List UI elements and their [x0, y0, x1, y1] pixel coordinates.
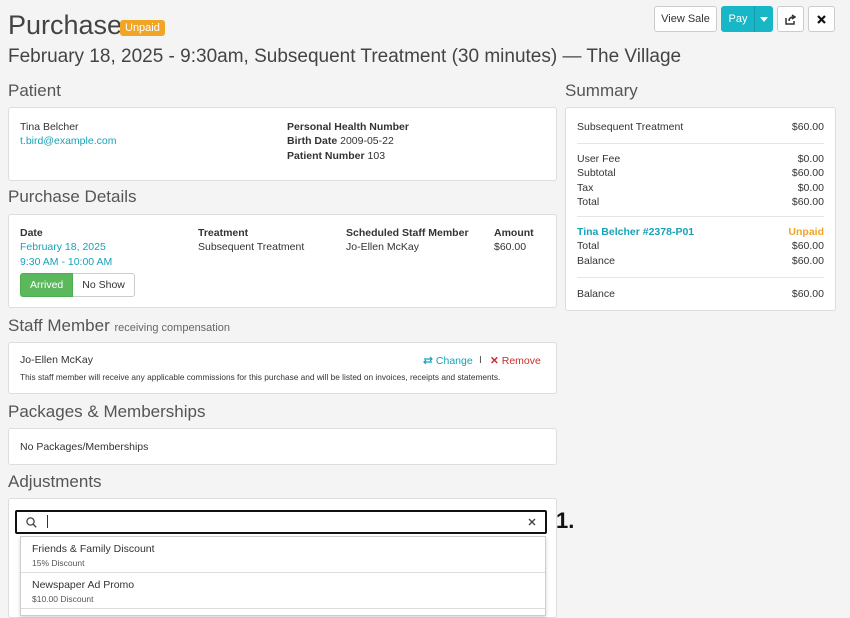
- staff-member-panel: Jo-Ellen McKay Change I ✕ Remove This st…: [8, 342, 557, 394]
- adjustment-option[interactable]: Friends & Family Discount 15% Discount: [21, 537, 545, 573]
- summary-row-label: Total: [577, 196, 600, 208]
- staff-member-title: Staff Member: [8, 316, 110, 335]
- invoice-status: Unpaid: [788, 226, 824, 238]
- summary-row-value: $60.00: [791, 167, 824, 179]
- divider: [577, 143, 824, 144]
- birth-date-label: Birth Date: [287, 135, 338, 147]
- clear-icon[interactable]: [528, 518, 536, 526]
- summary-row-label: Tax: [577, 182, 594, 194]
- swap-icon: [423, 356, 433, 365]
- summary-heading: Summary: [565, 81, 638, 100]
- page-title: Purchase: [8, 10, 123, 40]
- close-button[interactable]: [808, 6, 835, 32]
- option-description: $10.00 Discount: [32, 594, 94, 604]
- summary-row-value: $60.00: [791, 196, 824, 208]
- summary-row-value: $0.00: [797, 182, 824, 194]
- remove-label: Remove: [501, 355, 541, 367]
- option-name: Friends & Family Discount: [32, 543, 155, 555]
- invoice-row: Tina Belcher #2378-P01 Unpaid: [577, 226, 824, 238]
- summary-treatment-label: Subsequent Treatment: [577, 121, 684, 133]
- col-date: Date: [20, 227, 43, 239]
- change-label: Change: [435, 355, 473, 367]
- appointment-time-link[interactable]: 9:30 AM - 10:00 AM: [20, 256, 112, 268]
- summary-row-value: $60.00: [791, 240, 824, 252]
- remove-icon: ✕: [490, 355, 499, 367]
- col-amount: Amount: [494, 227, 534, 239]
- staff-member-note: This staff member will receive any appli…: [20, 372, 501, 382]
- birth-date-row: Birth Date 2009-05-22: [287, 135, 394, 147]
- summary-row: Subtotal $60.00: [577, 167, 824, 179]
- patient-number-label: Patient Number: [287, 150, 365, 162]
- option-description: 15% Discount: [32, 558, 85, 568]
- share-button[interactable]: [777, 6, 804, 32]
- staff-member-subtitle: receiving compensation: [114, 322, 231, 334]
- patient-name: Tina Belcher: [20, 121, 79, 133]
- summary-balance-label: Balance: [577, 288, 615, 300]
- adjustment-search-input[interactable]: [15, 510, 547, 534]
- patient-number-row: Patient Number 103: [287, 150, 385, 162]
- change-staff-link[interactable]: Change: [423, 355, 473, 367]
- col-treatment: Treatment: [198, 227, 249, 239]
- summary-row-label: User Fee: [577, 153, 621, 165]
- birth-date-value: 2009-05-22: [340, 135, 394, 147]
- divider: [577, 277, 824, 278]
- packages-empty-text: No Packages/Memberships: [20, 441, 149, 453]
- summary-balance-row: Balance $60.00: [577, 288, 824, 300]
- treatment-value: Subsequent Treatment: [198, 241, 305, 253]
- appointment-subtitle: February 18, 2025 - 9:30am, Subsequent T…: [8, 46, 682, 67]
- close-icon: [817, 14, 826, 24]
- summary-treatment-row: Subsequent Treatment $60.00: [577, 121, 824, 133]
- summary-balance-value: $60.00: [791, 288, 824, 300]
- amount-value: $60.00: [494, 241, 527, 253]
- phn-label: Personal Health Number: [287, 121, 409, 133]
- no-show-button[interactable]: No Show: [73, 273, 135, 297]
- search-icon: [26, 517, 37, 528]
- summary-row-value: $0.00: [797, 153, 824, 165]
- text-cursor: [47, 515, 48, 528]
- purchase-details-panel: Date Treatment Scheduled Staff Member Am…: [8, 214, 557, 308]
- appointment-date-link[interactable]: February 18, 2025: [20, 241, 106, 253]
- summary-row: Tax $0.00: [577, 182, 824, 194]
- link-separator: I: [479, 354, 482, 366]
- patient-panel: Tina Belcher t.bird@example.com Personal…: [8, 107, 557, 181]
- patient-heading: Patient: [8, 81, 61, 100]
- step-marker: 1.: [556, 508, 575, 533]
- packages-panel: No Packages/Memberships: [8, 428, 557, 465]
- summary-row-label: Total: [577, 240, 600, 252]
- staff-value: Jo-Ellen McKay: [346, 241, 419, 253]
- summary-row-value: $60.00: [791, 255, 824, 267]
- invoice-link[interactable]: Tina Belcher #2378-P01: [577, 226, 694, 238]
- summary-treatment-amount: $60.00: [791, 121, 824, 133]
- attendance-toggle: Arrived No Show: [20, 273, 135, 297]
- divider: [577, 216, 824, 217]
- status-badge: Unpaid: [120, 20, 165, 36]
- caret-down-icon: [759, 16, 768, 22]
- patient-number-value: 103: [367, 150, 386, 162]
- patient-email-link[interactable]: t.bird@example.com: [20, 135, 116, 147]
- purchase-details-heading: Purchase Details: [8, 187, 137, 206]
- pay-dropdown-button[interactable]: [754, 6, 773, 32]
- adjustment-options-dropdown: Friends & Family Discount 15% Discount N…: [20, 536, 546, 616]
- summary-row-label: Subtotal: [577, 167, 616, 179]
- option-name: Newspaper Ad Promo: [32, 579, 135, 591]
- summary-row: Total $60.00: [577, 240, 824, 252]
- pay-button[interactable]: Pay: [721, 6, 755, 32]
- summary-row: Balance $60.00: [577, 255, 824, 267]
- col-staff: Scheduled Staff Member: [346, 227, 469, 239]
- summary-row-label: Balance: [577, 255, 615, 267]
- staff-member-heading: Staff Member receiving compensation: [8, 316, 230, 336]
- arrived-button[interactable]: Arrived: [20, 273, 74, 297]
- summary-row: Total $60.00: [577, 196, 824, 208]
- summary-row: User Fee $0.00: [577, 153, 824, 165]
- view-sale-button[interactable]: View Sale: [654, 6, 717, 32]
- summary-panel: Subsequent Treatment $60.00 User Fee $0.…: [565, 107, 836, 311]
- staff-member-name: Jo-Ellen McKay: [20, 354, 93, 366]
- adjustment-option[interactable]: Newspaper Ad Promo $10.00 Discount: [21, 573, 545, 609]
- remove-staff-link[interactable]: ✕ Remove: [490, 355, 541, 367]
- packages-heading: Packages & Memberships: [8, 402, 206, 421]
- adjustments-heading: Adjustments: [8, 472, 102, 491]
- share-icon: [785, 13, 796, 25]
